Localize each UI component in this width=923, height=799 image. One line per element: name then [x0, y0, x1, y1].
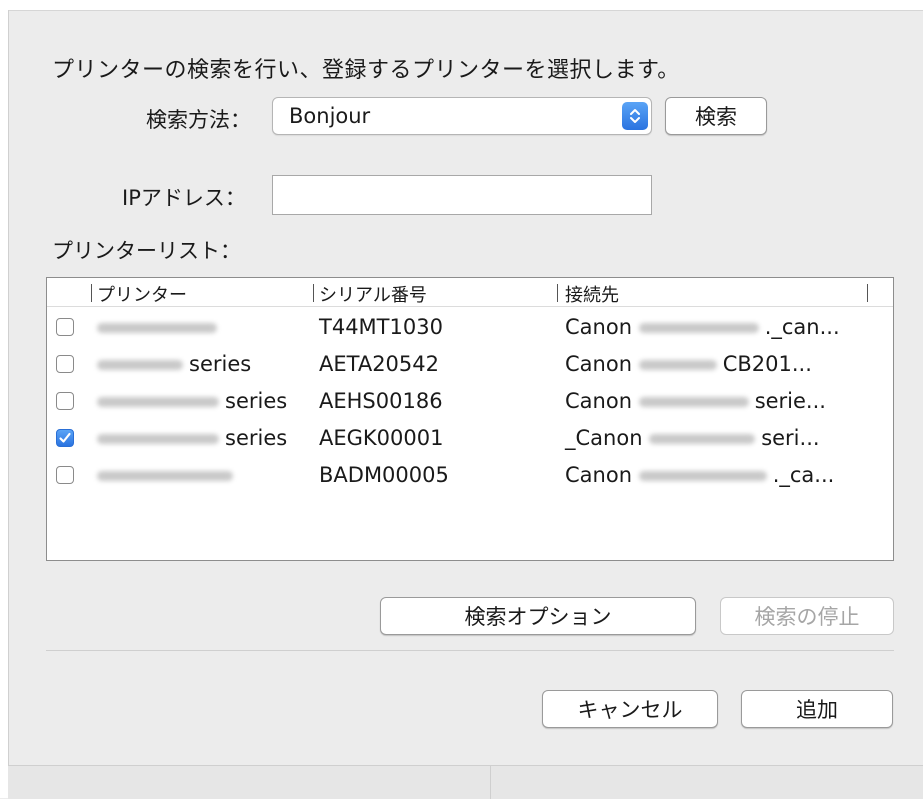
search-method-value: Bonjour [289, 104, 371, 128]
table-row[interactable]: series AEHS00186 Canon serie... [47, 384, 893, 421]
row-checkbox[interactable] [56, 392, 74, 410]
serial-number: T44MT1030 [319, 315, 443, 339]
status-bar-divider [490, 766, 491, 799]
table-row[interactable]: BADM00005 Canon ._ca... [47, 458, 893, 495]
chevron-updown-icon [622, 102, 648, 130]
serial-number: BADM00005 [319, 463, 449, 487]
search-button[interactable]: 検索 [665, 97, 767, 135]
table-row[interactable]: T44MT1030 Canon ._can... [47, 310, 893, 347]
table-row[interactable]: series AETA20542 Canon CB201... [47, 347, 893, 384]
column-header-printer[interactable]: プリンター [97, 281, 187, 307]
destination: _Canon seri... [565, 426, 820, 450]
printer-name: series [97, 389, 287, 413]
destination: Canon ._can... [565, 315, 840, 339]
column-separator [557, 284, 558, 302]
divider [46, 650, 894, 651]
row-checkbox-checked[interactable] [56, 429, 74, 447]
window-top-edge [0, 0, 923, 11]
search-method-label: 検索方法： [146, 108, 251, 132]
column-separator [91, 284, 92, 302]
row-checkbox[interactable] [56, 466, 74, 484]
column-header-destination[interactable]: 接続先 [565, 281, 619, 307]
cancel-button[interactable]: キャンセル [542, 690, 718, 728]
add-button[interactable]: 追加 [741, 690, 893, 728]
serial-number: AEGK00001 [319, 426, 444, 450]
destination: Canon ._ca... [565, 463, 835, 487]
printer-name: series [97, 426, 287, 450]
column-header-serial[interactable]: シリアル番号 [319, 281, 427, 307]
column-separator [313, 284, 314, 302]
serial-number: AEHS00186 [319, 389, 443, 413]
status-bar [8, 765, 923, 799]
row-checkbox[interactable] [56, 318, 74, 336]
serial-number: AETA20542 [319, 352, 440, 376]
search-method-select[interactable]: Bonjour [272, 97, 652, 135]
destination: Canon CB201... [565, 352, 812, 376]
ip-address-label: IPアドレス： [122, 186, 246, 210]
printer-name: series [97, 352, 251, 376]
stop-search-button[interactable]: 検索の停止 [720, 597, 894, 635]
printer-list[interactable]: プリンター シリアル番号 接続先 T44MT1030 Canon ._can..… [46, 277, 894, 561]
table-row[interactable]: series AEGK00001 _Canon seri... [47, 421, 893, 458]
printer-list-header: プリンター シリアル番号 接続先 [47, 278, 893, 307]
search-options-button[interactable]: 検索オプション [380, 597, 696, 635]
printer-list-label: プリンターリスト： [52, 239, 241, 263]
window-left-edge [0, 10, 9, 798]
printer-name [97, 315, 223, 339]
checkmark-icon [59, 432, 71, 443]
printer-name [97, 463, 239, 487]
column-separator [867, 284, 868, 302]
instruction-text: プリンターの検索を行い、登録するプリンターを選択します。 [52, 58, 680, 83]
row-checkbox[interactable] [56, 355, 74, 373]
destination: Canon serie... [565, 389, 826, 413]
ip-address-input[interactable] [272, 175, 652, 215]
